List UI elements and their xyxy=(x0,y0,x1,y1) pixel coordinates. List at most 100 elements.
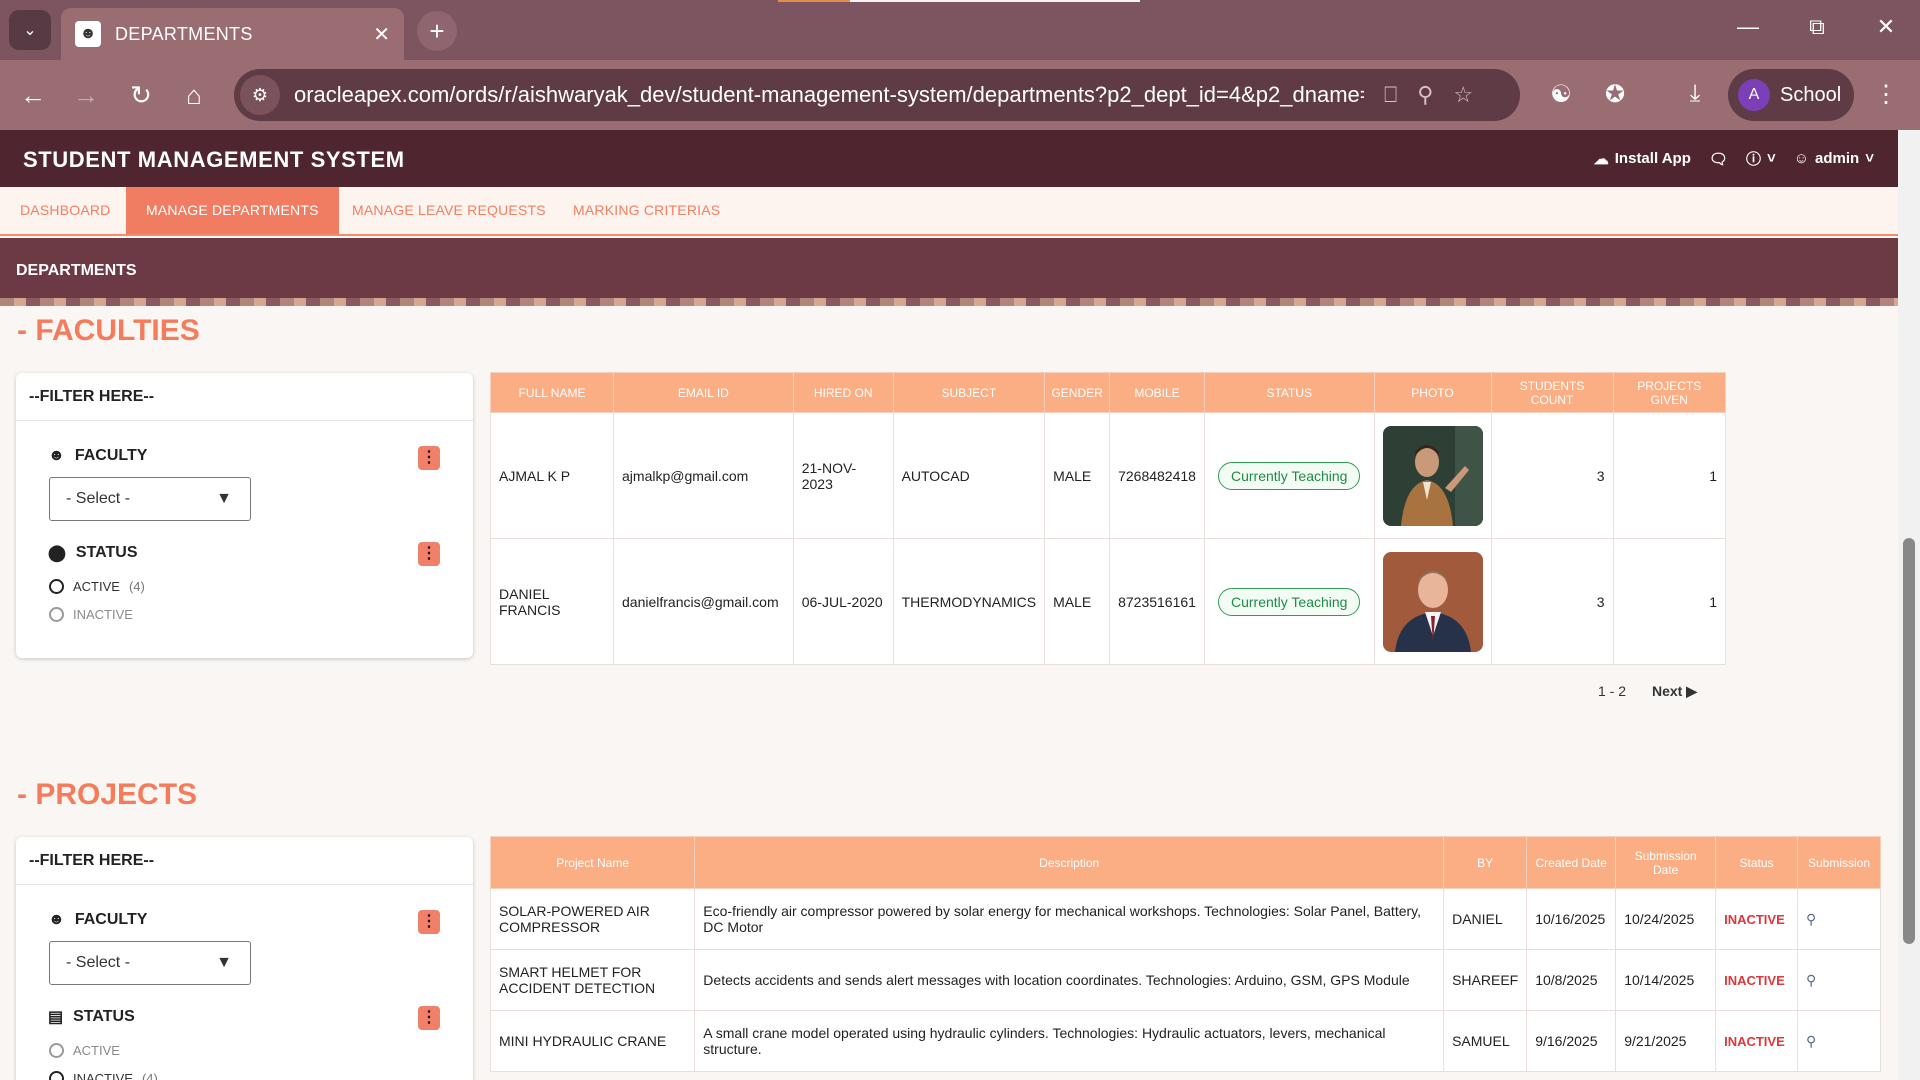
tab-search-button[interactable]: ⌄ xyxy=(9,10,51,50)
zoom-icon[interactable]: ⚲ xyxy=(1417,82,1433,108)
back-icon[interactable]: ← xyxy=(15,80,51,111)
col-photo[interactable]: PHOTO xyxy=(1373,372,1492,413)
search-icon[interactable]: ⚲ xyxy=(1806,1033,1816,1049)
download-icon[interactable]: ⤓ xyxy=(1677,80,1713,108)
cell-project-name: SOLAR-POWERED AIR COMPRESSOR xyxy=(489,888,696,950)
option-label: INACTIVE xyxy=(73,1071,133,1080)
caret-down-icon: ▼ xyxy=(216,954,232,971)
home-icon[interactable]: ⌂ xyxy=(176,80,212,111)
faculty-select[interactable]: - Select - ▼ xyxy=(49,941,251,985)
cell-description: Eco-friendly air compressor powered by s… xyxy=(694,888,1445,950)
install-icon[interactable]: ⎕ xyxy=(1384,82,1397,108)
col-students-count[interactable]: STUDENTS COUNT xyxy=(1490,372,1614,413)
cell-by: SHAREEF xyxy=(1443,949,1528,1011)
col-hired-on[interactable]: HIRED ON xyxy=(792,372,894,413)
filter-header: --FILTER HERE-- xyxy=(16,837,473,885)
cell-created: 9/16/2025 xyxy=(1526,1010,1617,1072)
menu-manage-leave-requests[interactable]: MANAGE LEAVE REQUESTS xyxy=(332,187,566,234)
feedback-icon[interactable]: 🗨 xyxy=(1709,150,1728,168)
search-icon[interactable]: ⚲ xyxy=(1806,972,1816,988)
browser-tab-departments[interactable]: ☻ DEPARTMENTS ✕ xyxy=(61,8,404,60)
new-tab-button[interactable]: + xyxy=(417,11,457,51)
radio-icon[interactable] xyxy=(49,579,64,594)
col-subject[interactable]: SUBJECT xyxy=(892,372,1046,413)
bookmark-star-icon[interactable]: ☆ xyxy=(1453,82,1473,108)
page-scrollbar[interactable] xyxy=(1898,130,1920,1080)
loading-bar-progress xyxy=(778,0,850,2)
chevron-down-icon: ˅ xyxy=(1766,150,1776,167)
close-tab-icon[interactable]: ✕ xyxy=(373,22,390,47)
favorites-icon[interactable]: ✪ xyxy=(1597,80,1633,109)
restore-icon[interactable]: ⧉ xyxy=(1797,14,1837,40)
incognito-icon[interactable]: ☯ xyxy=(1543,80,1579,109)
cell-projects-given: 1 xyxy=(1612,538,1727,665)
status-text: INACTIVE xyxy=(1724,1034,1785,1049)
status-option-inactive[interactable]: INACTIVE xyxy=(49,607,133,622)
table-row: DANIEL FRANCIS danielfrancis@gmail.com 0… xyxy=(489,538,1727,665)
facet-actions-button[interactable]: ⋮ xyxy=(418,446,440,470)
install-app-link[interactable]: ☁ Install App xyxy=(1594,150,1691,168)
profile-button[interactable]: A School xyxy=(1728,69,1854,121)
col-created-date[interactable]: Created Date xyxy=(1526,836,1617,889)
col-submission[interactable]: Submission xyxy=(1797,836,1881,889)
faculties-section-title: - FACULTIES xyxy=(17,314,200,347)
more-menu-icon[interactable]: ⋮ xyxy=(1868,80,1904,109)
user-menu[interactable]: ☺ admin ˅ xyxy=(1794,150,1874,167)
radio-icon[interactable] xyxy=(49,1071,64,1080)
menu-manage-departments[interactable]: MANAGE DEPARTMENTS xyxy=(126,187,339,234)
reload-icon[interactable]: ↻ xyxy=(123,80,159,111)
menu-dashboard[interactable]: DASHBOARD xyxy=(0,187,130,234)
status-option-active[interactable]: ACTIVE (4) xyxy=(49,579,145,594)
radio-icon[interactable] xyxy=(49,607,64,622)
menu-marking-criterias[interactable]: MARKING CRITERIAS xyxy=(553,187,740,234)
facet-actions-button[interactable]: ⋮ xyxy=(418,1006,440,1030)
help-menu[interactable]: ⓘ ˅ xyxy=(1746,148,1776,169)
radio-icon[interactable] xyxy=(49,1043,64,1058)
status-option-inactive[interactable]: INACTIVE (4) xyxy=(49,1071,158,1080)
col-status[interactable]: Status xyxy=(1715,836,1799,889)
cell-project-name: MINI HYDRAULIC CRANE xyxy=(489,1010,696,1072)
address-bar[interactable]: ⚙ oracleapex.com/ords/r/aishwaryak_dev/s… xyxy=(234,69,1520,121)
faculty-report: FULL NAME EMAIL ID HIRED ON SUBJECT GEND… xyxy=(489,372,1727,665)
app-header: STUDENT MANAGEMENT SYSTEM ☁ Install App 🗨… xyxy=(0,130,1898,187)
option-label: INACTIVE xyxy=(73,607,133,622)
col-gender[interactable]: GENDER xyxy=(1044,372,1111,413)
facet-faculty: ☻ FACULTY xyxy=(48,447,147,465)
col-email[interactable]: EMAIL ID xyxy=(613,372,794,413)
col-project-name[interactable]: Project Name xyxy=(489,836,696,889)
col-projects-given[interactable]: PROJECTS GIVEN xyxy=(1612,372,1727,413)
project-filter-card: --FILTER HERE-- ☻ FACULTY ⋮ - Select - ▼ ▤… xyxy=(16,837,473,1080)
cell-subject: THERMODYNAMICS xyxy=(892,538,1046,665)
app-title[interactable]: STUDENT MANAGEMENT SYSTEM xyxy=(23,147,405,173)
cell-project-name: SMART HELMET FOR ACCIDENT DETECTION xyxy=(489,949,696,1011)
cell-submission-date: 10/14/2025 xyxy=(1615,949,1717,1011)
url-text[interactable]: oracleapex.com/ords/r/aishwaryak_dev/stu… xyxy=(294,82,1364,108)
forward-icon[interactable]: → xyxy=(68,80,104,111)
site-settings-icon[interactable]: ⚙ xyxy=(240,75,280,115)
cell-description: A small crane model operated using hydra… xyxy=(694,1010,1445,1072)
col-full-name[interactable]: FULL NAME xyxy=(489,372,615,413)
user-name: admin xyxy=(1815,150,1860,167)
status-badge: Currently Teaching xyxy=(1218,587,1361,616)
scrollbar-thumb[interactable] xyxy=(1903,538,1915,944)
search-icon[interactable]: ⚲ xyxy=(1806,911,1816,927)
minimize-icon[interactable]: — xyxy=(1728,14,1768,40)
facet-actions-button[interactable]: ⋮ xyxy=(418,542,440,566)
col-description[interactable]: Description xyxy=(694,836,1445,889)
cell-description: Detects accidents and sends alert messag… xyxy=(694,949,1445,1011)
faculty-select[interactable]: - Select - ▼ xyxy=(49,477,251,521)
col-status[interactable]: STATUS xyxy=(1203,372,1375,413)
col-submission-date[interactable]: Submission Date xyxy=(1615,836,1717,889)
next-page-link[interactable]: Next ▶ xyxy=(1652,683,1697,700)
caret-down-icon: ▼ xyxy=(216,490,232,507)
col-mobile[interactable]: MOBILE xyxy=(1109,372,1205,413)
status-option-active[interactable]: ACTIVE xyxy=(49,1043,120,1058)
caret-right-icon: ▶ xyxy=(1686,683,1698,699)
facet-actions-button[interactable]: ⋮ xyxy=(418,910,440,934)
cell-subject: AUTOCAD xyxy=(892,412,1046,539)
cloud-download-icon: ☁ xyxy=(1593,150,1609,168)
cell-email: danielfrancis@gmail.com xyxy=(613,538,794,665)
close-window-icon[interactable]: ✕ xyxy=(1866,14,1906,40)
browser-tabstrip: ⌄ ☻ DEPARTMENTS ✕ + — ⧉ ✕ xyxy=(0,0,1920,60)
col-by[interactable]: BY xyxy=(1443,836,1528,889)
